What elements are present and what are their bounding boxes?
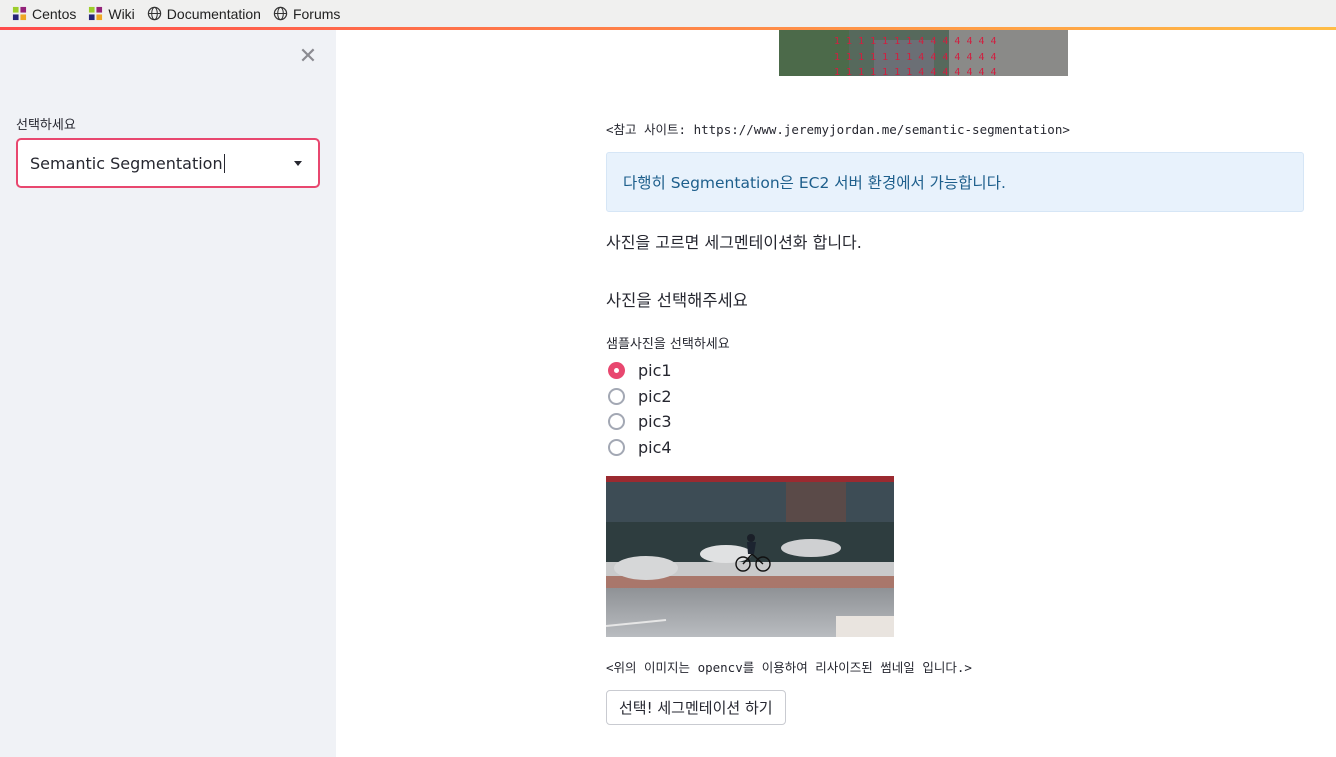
- centos-icon: [12, 6, 27, 21]
- globe-icon: [273, 6, 288, 21]
- radio-group: pic1 pic2 pic3 pic4: [606, 358, 672, 460]
- bookmark-centos[interactable]: Centos: [12, 6, 76, 22]
- description-text: 사진을 고르면 세그멘테이션화 합니다.: [606, 233, 862, 252]
- radio-option-label: pic1: [638, 361, 672, 381]
- bookmark-label: Documentation: [166, 5, 261, 22]
- segment-button[interactable]: 선택! 세그멘테이션 하기: [606, 690, 786, 725]
- info-alert: 다행히 Segmentation은 EC2 서버 환경에서 가능합니다.: [606, 152, 1304, 212]
- globe-icon: [147, 6, 161, 21]
- digit-row: 1 1 1 1 1 1 1 4 4 4 4 4 4 4: [834, 67, 997, 76]
- centos-icon: [89, 6, 103, 21]
- info-alert-text: 다행히 Segmentation은 EC2 서버 환경에서 가능합니다.: [623, 174, 1006, 192]
- radio-option-pic2[interactable]: pic2: [606, 384, 672, 410]
- digit-row: 1 1 1 1 1 1 1 4 4 4 4 4 4 4: [834, 36, 997, 47]
- radio-option-label: pic4: [638, 438, 672, 458]
- bookmark-wiki[interactable]: Wiki: [88, 5, 135, 22]
- segment-button-label: 선택! 세그멘테이션 하기: [619, 699, 773, 717]
- radio-unselected-icon[interactable]: [608, 439, 625, 457]
- bookmark-label: Centos: [32, 5, 77, 22]
- radio-group-label: 샘플사진을 선택하세요: [606, 337, 730, 352]
- radio-option-pic3[interactable]: pic3: [606, 409, 672, 435]
- radio-option-pic4[interactable]: pic4: [606, 435, 672, 461]
- radio-option-label: pic2: [638, 386, 672, 406]
- bookmark-forums[interactable]: Forums: [273, 6, 340, 22]
- text-caret: [223, 153, 225, 173]
- subheader: 사진을 선택해주세요: [606, 291, 748, 310]
- app-mode-select[interactable]: Semantic Segmentation: [16, 138, 320, 188]
- segmentation-result-image: 1 1 1 1 1 1 1 4 4 4 4 4 4 4 1 1 1 1 1 1 …: [779, 30, 1068, 76]
- radio-selected-icon[interactable]: [608, 362, 625, 380]
- main-content: 1 1 1 1 1 1 1 4 4 4 4 4 4 4 1 1 1 1 1 1 …: [336, 30, 1336, 757]
- radio-option-label: pic3: [638, 412, 672, 432]
- bookmark-label: Wiki: [108, 5, 135, 22]
- select-value: Semantic Segmentation: [30, 153, 223, 173]
- radio-option-pic1[interactable]: pic1: [606, 358, 672, 384]
- bookmarks-bar: Centos Wiki Documentation Forums: [0, 0, 1336, 27]
- radio-unselected-icon[interactable]: [608, 413, 625, 431]
- bookmark-label: Forums: [292, 5, 341, 22]
- dropdown-arrow-icon[interactable]: [294, 161, 302, 166]
- thumbnail-image: [606, 476, 894, 637]
- close-icon[interactable]: ✕: [297, 46, 319, 68]
- radio-unselected-icon[interactable]: [608, 387, 625, 405]
- digit-row: 1 1 1 1 1 1 1 4 4 4 4 4 4 4: [834, 52, 997, 63]
- bookmark-documentation[interactable]: Documentation: [147, 6, 261, 22]
- select-label: 선택하세요: [16, 118, 76, 133]
- sidebar: ✕ 선택하세요 Semantic Segmentation: [0, 30, 336, 757]
- reference-link-text: <참고 사이트: https://www.jeremyjordan.me/sem…: [606, 122, 1070, 137]
- thumbnail-caption: <위의 이미지는 opencv를 이용하여 리사이즈된 썸네일 입니다.>: [606, 660, 972, 675]
